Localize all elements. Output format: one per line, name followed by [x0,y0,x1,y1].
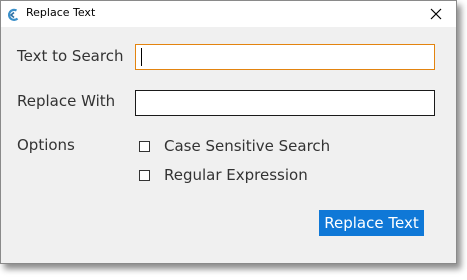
app-logo-icon [7,7,20,21]
search-input[interactable] [135,44,435,70]
replace-text-button[interactable]: Replace Text [319,210,424,236]
search-label: Text to Search [17,47,124,65]
regular-expression-checkbox[interactable] [139,170,150,181]
regular-expression-label: Regular Expression [164,166,308,184]
text-caret [141,48,142,66]
case-sensitive-checkbox[interactable] [139,141,150,152]
options-label: Options [17,136,75,154]
replace-input[interactable] [135,90,435,116]
window-title: Replace Text [26,6,96,19]
case-sensitive-label: Case Sensitive Search [164,137,331,155]
title-bar[interactable]: Replace Text [1,1,456,27]
replace-label: Replace With [17,92,116,110]
close-button[interactable] [423,3,449,25]
close-icon [430,8,442,20]
